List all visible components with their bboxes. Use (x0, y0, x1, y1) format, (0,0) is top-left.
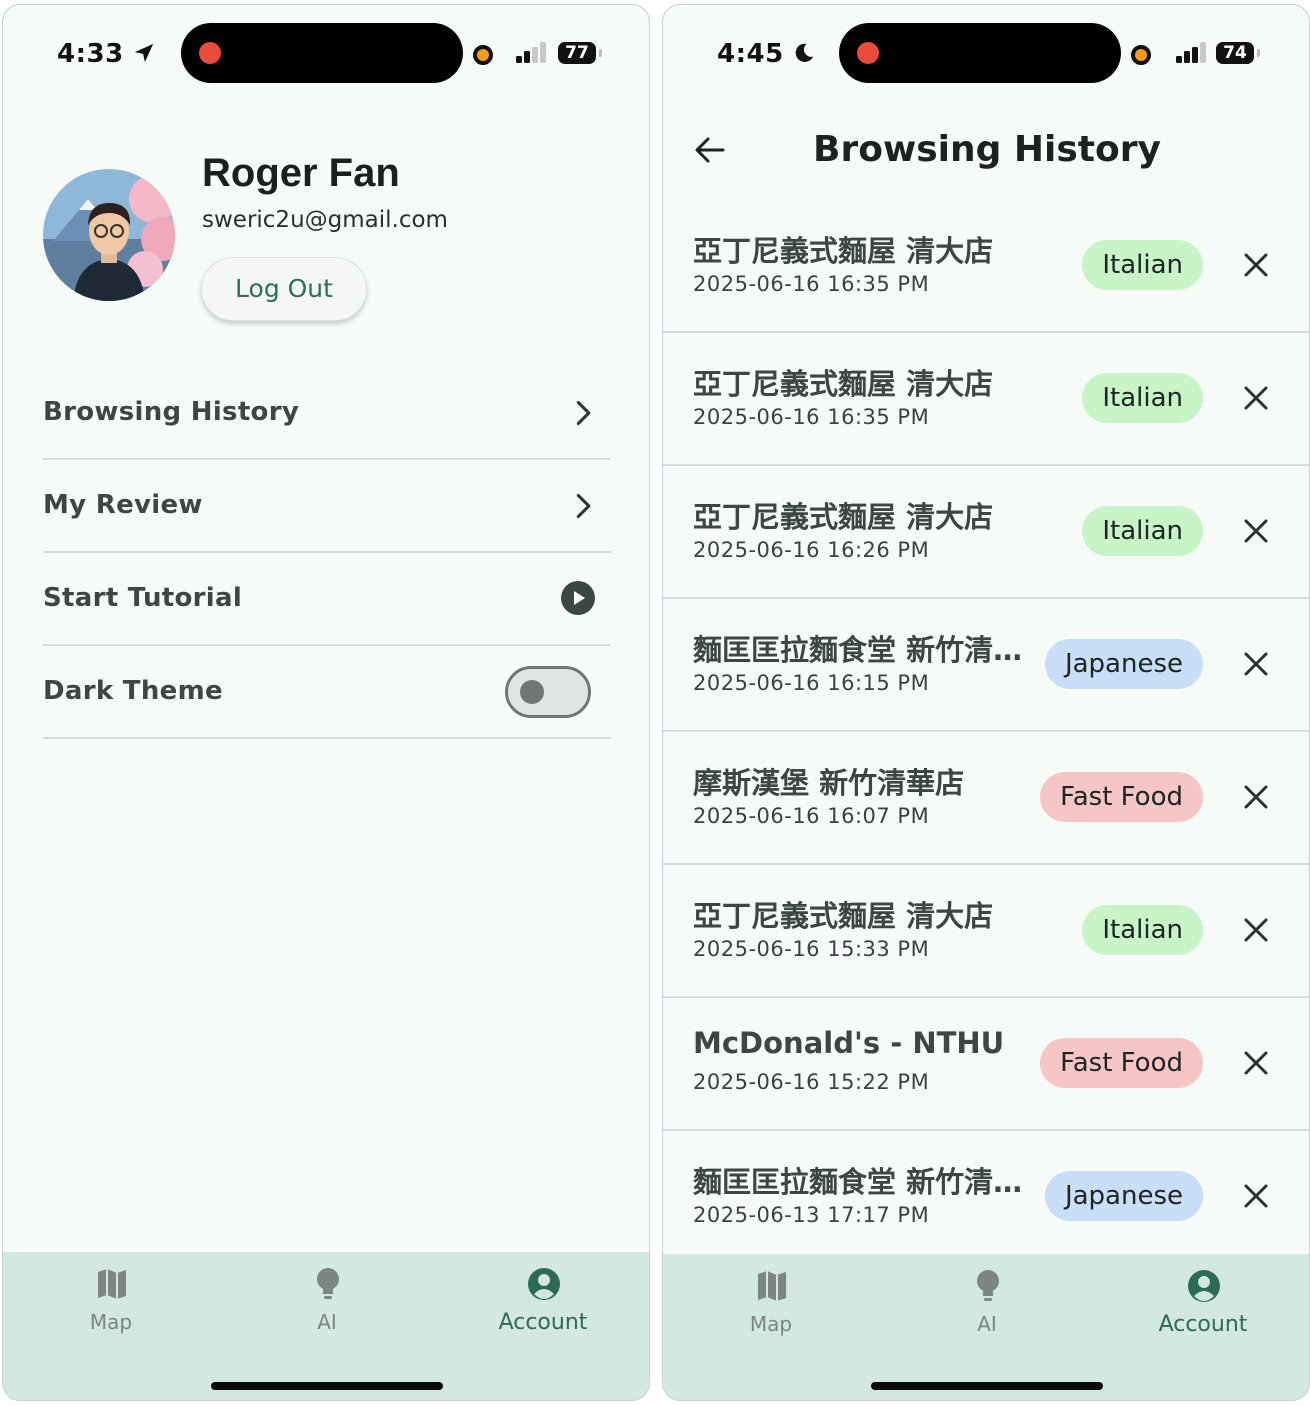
tab-account[interactable]: Account (435, 1252, 649, 1352)
menu-item-start-tutorial[interactable]: Start Tutorial (43, 553, 611, 646)
restaurant-name: 亞丁尼義式麵屋 清大店 (693, 899, 994, 933)
close-icon[interactable] (1243, 518, 1269, 544)
close-icon[interactable] (1243, 1183, 1269, 1209)
profile-email: sweric2u@gmail.com (202, 207, 448, 233)
visit-timestamp: 2025-06-16 16:15 PM (693, 671, 930, 695)
close-icon[interactable] (1243, 651, 1269, 677)
menu-item-browsing-history[interactable]: Browsing History (43, 367, 611, 460)
cuisine-badge: Japanese (1044, 1171, 1203, 1221)
history-list: 亞丁尼義式麵屋 清大店 2025-06-16 16:35 PM Italian 亞丁尼… (663, 200, 1309, 1264)
cuisine-badge: Italian (1082, 373, 1203, 423)
visit-timestamp: 2025-06-16 16:35 PM (693, 405, 930, 429)
cuisine-badge: Italian (1082, 240, 1203, 290)
account-icon (528, 1268, 560, 1300)
history-row[interactable]: 亞丁尼義式麵屋 清大店 2025-06-16 15:33 PM Italian (663, 865, 1309, 998)
close-icon[interactable] (1243, 252, 1269, 278)
profile-name: Roger Fan (202, 151, 400, 195)
tab-map[interactable]: Map (663, 1254, 879, 1354)
battery-icon: 74 (1216, 42, 1260, 64)
tab-ai[interactable]: AI (879, 1254, 1095, 1354)
map-icon (98, 1269, 126, 1299)
restaurant-name: 亞丁尼義式麵屋 清大店 (693, 234, 994, 268)
cellular-signal-icon (1176, 41, 1208, 63)
avatar (43, 169, 175, 301)
restaurant-name: 麵匡匡拉麵食堂 新竹清… (693, 1165, 1023, 1199)
tab-label: Account (498, 1310, 588, 1335)
close-icon[interactable] (1243, 784, 1269, 810)
bottom-tab-bar: Map AI Account (3, 1252, 649, 1400)
restaurant-name: 亞丁尼義式麵屋 清大店 (693, 367, 994, 401)
tab-label: Map (89, 1310, 133, 1334)
account-icon (1188, 1270, 1220, 1302)
tab-ai[interactable]: AI (219, 1252, 435, 1352)
privacy-indicator-icon (473, 45, 493, 65)
account-screen: 4:33 77 Roger Fan sweric2u@gmail.com Log… (2, 4, 650, 1401)
history-row[interactable]: 亞丁尼義式麵屋 清大店 2025-06-16 16:35 PM Italian (663, 200, 1309, 333)
restaurant-name: 摩斯漢堡 新竹清華店 (693, 766, 965, 800)
tab-map[interactable]: Map (3, 1252, 219, 1352)
location-arrow-icon (135, 43, 154, 63)
browsing-history-screen: 4:45 74 Browsing History 亞丁尼義式麵屋 清大店 2025… (662, 4, 1310, 1401)
map-icon (758, 1271, 786, 1301)
cuisine-badge: Fast Food (1040, 1038, 1203, 1088)
dynamic-island (181, 23, 463, 83)
menu-item-my-review[interactable]: My Review (43, 460, 611, 553)
menu-item-label: Browsing History (43, 397, 300, 427)
status-time: 4:33 (57, 39, 155, 69)
home-indicator (871, 1382, 1103, 1390)
lightbulb-icon (317, 1268, 339, 1299)
tab-account[interactable]: Account (1095, 1254, 1309, 1354)
bottom-tab-bar: Map AI Account (663, 1254, 1309, 1400)
cuisine-badge: Japanese (1044, 639, 1203, 689)
recording-dot-icon (857, 42, 879, 64)
history-row[interactable]: 亞丁尼義式麵屋 清大店 2025-06-16 16:35 PM Italian (663, 333, 1309, 466)
tab-label: AI (317, 1310, 337, 1334)
toggle-knob (520, 680, 544, 704)
visit-timestamp: 2025-06-16 15:22 PM (693, 1070, 930, 1094)
dynamic-island (839, 23, 1121, 83)
page-title: Browsing History (813, 129, 1161, 170)
cuisine-badge: Fast Food (1040, 772, 1203, 822)
chevron-right-icon (576, 493, 591, 519)
home-indicator (211, 1382, 443, 1390)
visit-timestamp: 2025-06-16 16:26 PM (693, 538, 930, 562)
battery-icon: 77 (558, 42, 602, 64)
tab-label: AI (977, 1312, 997, 1336)
visit-timestamp: 2025-06-16 16:35 PM (693, 272, 930, 296)
menu-item-label: Start Tutorial (43, 583, 243, 613)
history-row[interactable]: 摩斯漢堡 新竹清華店 2025-06-16 16:07 PM Fast Food (663, 732, 1309, 865)
visit-timestamp: 2025-06-16 15:33 PM (693, 937, 930, 961)
cuisine-badge: Italian (1082, 905, 1203, 955)
lightbulb-icon (977, 1270, 999, 1301)
restaurant-name: McDonald's - NTHU (693, 1026, 1005, 1060)
dark-theme-toggle[interactable] (505, 666, 591, 718)
chevron-right-icon (576, 400, 591, 426)
close-icon[interactable] (1243, 1050, 1269, 1076)
moon-icon (795, 43, 814, 62)
restaurant-name: 亞丁尼義式麵屋 清大店 (693, 500, 994, 534)
cuisine-badge: Italian (1082, 506, 1203, 556)
privacy-indicator-icon (1131, 45, 1151, 65)
close-icon[interactable] (1243, 385, 1269, 411)
menu-item-label: My Review (43, 490, 203, 520)
recording-dot-icon (199, 42, 221, 64)
history-row[interactable]: McDonald's - NTHU 2025-06-16 15:22 PM Fast… (663, 998, 1309, 1131)
menu-item-dark-theme: Dark Theme (43, 646, 611, 739)
visit-timestamp: 2025-06-16 16:07 PM (693, 804, 930, 828)
play-circle-icon (561, 581, 595, 615)
tab-label: Account (1158, 1312, 1248, 1337)
close-icon[interactable] (1243, 917, 1269, 943)
tab-label: Map (749, 1312, 793, 1336)
status-time: 4:45 (717, 39, 815, 69)
logout-button[interactable]: Log Out (201, 257, 367, 321)
menu-item-label: Dark Theme (43, 676, 223, 706)
history-row[interactable]: 麵匡匡拉麵食堂 新竹清… 2025-06-13 17:17 PM Japanese (663, 1131, 1309, 1264)
visit-timestamp: 2025-06-13 17:17 PM (693, 1203, 930, 1227)
history-row[interactable]: 麵匡匡拉麵食堂 新竹清… 2025-06-16 16:15 PM Japanese (663, 599, 1309, 732)
history-row[interactable]: 亞丁尼義式麵屋 清大店 2025-06-16 16:26 PM Italian (663, 466, 1309, 599)
cellular-signal-icon (516, 41, 548, 63)
restaurant-name: 麵匡匡拉麵食堂 新竹清… (693, 633, 1023, 667)
